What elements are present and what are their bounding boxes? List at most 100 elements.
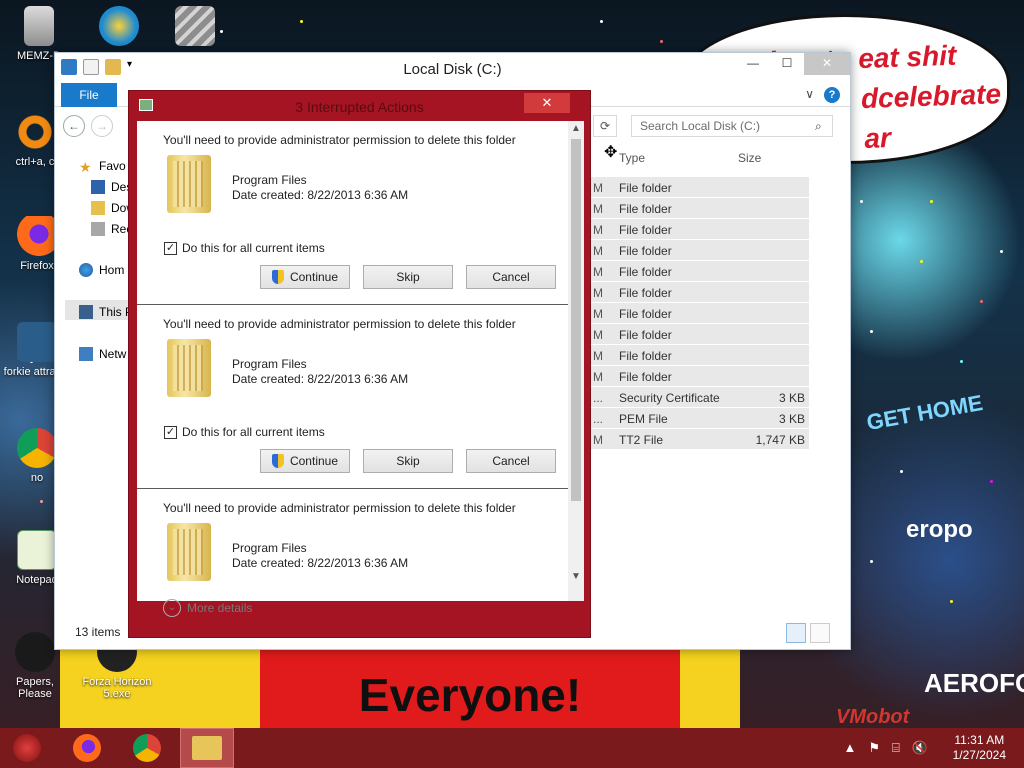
folder-name: Program Files: [232, 541, 307, 555]
clock[interactable]: 11:31 AM 1/27/2024: [953, 733, 1006, 763]
column-size[interactable]: Size: [738, 151, 761, 165]
table-row[interactable]: M File folder: [589, 345, 809, 366]
desktop-icon-label: Notepad: [16, 574, 58, 586]
search-icon[interactable]: ⌕: [815, 119, 822, 134]
table-row[interactable]: ... Security Certificate 3 KB: [589, 387, 809, 408]
date-fragment: M: [593, 286, 603, 300]
folder-date: Date created: 8/22/2013 6:36 AM: [232, 556, 409, 570]
date-fragment: ...: [593, 412, 604, 426]
confetti-dot: [900, 470, 903, 473]
back-button[interactable]: ←: [63, 115, 85, 137]
network-icon: [79, 347, 93, 361]
help-icon[interactable]: ?: [824, 87, 840, 103]
table-row[interactable]: M File folder: [589, 219, 809, 240]
cancel-button[interactable]: Cancel: [466, 449, 556, 473]
large-icons-view-icon[interactable]: [810, 623, 830, 643]
clock-date: 1/27/2024: [952, 748, 1006, 762]
details-view-icon[interactable]: [786, 623, 806, 643]
homegroup-icon: [79, 263, 93, 277]
show-hidden-icons-icon[interactable]: ▲: [843, 740, 856, 756]
file-type: File folder: [619, 349, 672, 363]
more-details[interactable]: ⌄ More details: [163, 599, 252, 617]
file-type: PEM File: [619, 412, 668, 426]
permission-message: You'll need to provide administrator per…: [163, 317, 516, 331]
taskbar-firefox[interactable]: [60, 728, 114, 768]
downloads-icon: [91, 201, 105, 215]
cancel-button[interactable]: Cancel: [466, 265, 556, 289]
expand-ribbon-icon[interactable]: ∨: [805, 87, 814, 101]
folder-name: Program Files: [232, 357, 307, 371]
confetti-dot: [300, 20, 303, 23]
table-row[interactable]: M TT2 File 1,747 KB: [589, 429, 809, 450]
date-fragment: M: [593, 328, 603, 342]
table-row[interactable]: M File folder: [589, 261, 809, 282]
column-type[interactable]: Type: [619, 151, 645, 165]
explorer-title: Local Disk (C:): [403, 61, 502, 78]
folder-date: Date created: 8/22/2013 6:36 AM: [232, 188, 409, 202]
chrome-icon: [17, 428, 57, 468]
desktop-icon-label: Papers, Please: [16, 676, 54, 700]
action-center-flag-icon[interactable]: ⚑: [868, 740, 880, 756]
wallpaper-banner: Everyone!: [260, 650, 680, 730]
table-row[interactable]: M File folder: [589, 282, 809, 303]
date-fragment: M: [593, 244, 603, 258]
table-row[interactable]: M File folder: [589, 198, 809, 219]
date-fragment: M: [593, 223, 603, 237]
file-type: File folder: [619, 265, 672, 279]
dialog-close-button[interactable]: ✕: [524, 93, 570, 113]
skip-button[interactable]: Skip: [363, 265, 453, 289]
sign-eropo: eropo: [906, 516, 973, 543]
scroll-thumb[interactable]: [571, 139, 581, 501]
confetti-dot: [660, 40, 663, 43]
file-type: File folder: [619, 307, 672, 321]
maximize-button[interactable]: ☐: [770, 53, 804, 75]
desktop-icon-windows[interactable]: [160, 6, 230, 50]
table-row[interactable]: M File folder: [589, 240, 809, 261]
continue-button[interactable]: Continue: [260, 265, 350, 289]
permission-message: You'll need to provide administrator per…: [163, 501, 516, 515]
forward-button[interactable]: →: [91, 115, 113, 137]
do-for-all-checkbox[interactable]: ✓ Do this for all current items: [164, 241, 325, 255]
sign-watermark: VMobot: [836, 706, 910, 728]
desktop-icon-edge[interactable]: [84, 6, 154, 50]
sign-aerofos: AEROFOS: [924, 668, 1024, 698]
table-row[interactable]: ... PEM File 3 KB: [589, 408, 809, 429]
skip-button[interactable]: Skip: [363, 449, 453, 473]
computer-icon: [79, 305, 93, 319]
continue-button[interactable]: Continue: [260, 449, 350, 473]
conflict-item: You'll need to provide administrator per…: [137, 121, 568, 305]
file-size: 3 KB: [778, 412, 805, 426]
view-buttons: [786, 623, 830, 643]
volume-muted-icon[interactable]: 🔇: [912, 740, 928, 756]
do-for-all-checkbox[interactable]: ✓ Do this for all current items: [164, 425, 325, 439]
permission-message: You'll need to provide administrator per…: [163, 133, 516, 147]
table-row[interactable]: M File folder: [589, 324, 809, 345]
file-type: File folder: [619, 202, 672, 216]
refresh-button[interactable]: ⟳: [593, 115, 617, 137]
file-type: File folder: [619, 181, 672, 195]
folder-date: Date created: 8/22/2013 6:36 AM: [232, 372, 409, 386]
confetti-dot: [950, 600, 953, 603]
network-icon[interactable]: ⌸: [892, 740, 900, 756]
scroll-down-icon[interactable]: ▼: [571, 571, 581, 582]
table-row[interactable]: M File folder: [589, 303, 809, 324]
explorer-titlebar[interactable]: ▾ Local Disk (C:) — ☐ ✕: [55, 53, 850, 83]
desktop-icon-label: ctrl+a, c: [15, 156, 55, 168]
close-button[interactable]: ✕: [804, 53, 850, 75]
file-size: 3 KB: [778, 391, 805, 405]
system-tray: ▲ ⚑ ⌸ 🔇: [843, 740, 928, 756]
firefox-icon: [17, 216, 57, 256]
start-button[interactable]: [0, 728, 54, 768]
scroll-up-icon[interactable]: ▲: [571, 123, 581, 134]
search-input[interactable]: Search Local Disk (C:): [631, 115, 833, 137]
file-type: TT2 File: [619, 433, 664, 447]
file-tab[interactable]: File: [61, 83, 117, 107]
banner-line2: Everyone!: [358, 669, 582, 721]
minimize-button[interactable]: —: [736, 53, 770, 75]
taskbar-file-explorer[interactable]: [180, 728, 234, 768]
table-row[interactable]: M File folder: [589, 177, 809, 198]
taskbar-chrome[interactable]: [120, 728, 174, 768]
edge-icon: [99, 6, 139, 46]
dialog-scrollbar[interactable]: ▲ ▼: [568, 121, 584, 601]
table-row[interactable]: M File folder: [589, 366, 809, 387]
